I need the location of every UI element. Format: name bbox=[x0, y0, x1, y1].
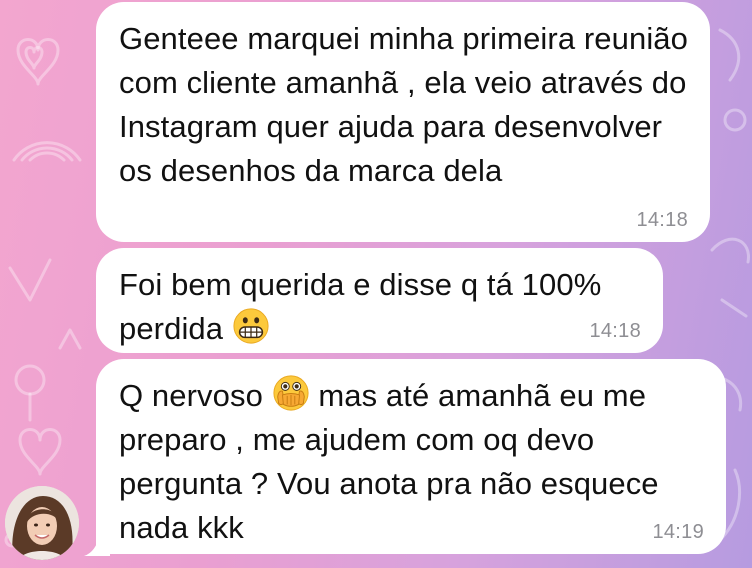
message-bubble[interactable]: Foi bem querida e disse q tá 100% perdid… bbox=[96, 248, 663, 353]
avatar-photo bbox=[5, 486, 79, 560]
message-timestamp: 14:19 bbox=[652, 521, 704, 543]
message-text-part: Q nervoso bbox=[119, 378, 263, 413]
message-bubble[interactable]: Genteee marquei minha primeira reunião c… bbox=[96, 2, 710, 242]
message-timestamp: 14:18 bbox=[589, 320, 641, 342]
grimacing-face-emoji bbox=[233, 308, 269, 344]
sender-avatar[interactable] bbox=[5, 486, 79, 560]
message-text: Q nervoso mas até amanhã eu me preparo ,… bbox=[119, 374, 706, 550]
message-bubble[interactable]: Q nervoso mas até amanhã eu me preparo ,… bbox=[96, 359, 726, 554]
message-text-part: Foi bem querida e disse q tá 100% perdid… bbox=[119, 267, 602, 346]
message-text: Genteee marquei minha primeira reunião c… bbox=[119, 21, 688, 188]
message-bubble-tail bbox=[84, 530, 110, 556]
face-with-open-eyes-and-hand-over-mouth-emoji bbox=[273, 375, 309, 411]
message-timestamp: 14:18 bbox=[636, 209, 688, 231]
message-text: Foi bem querida e disse q tá 100% perdid… bbox=[119, 263, 643, 351]
